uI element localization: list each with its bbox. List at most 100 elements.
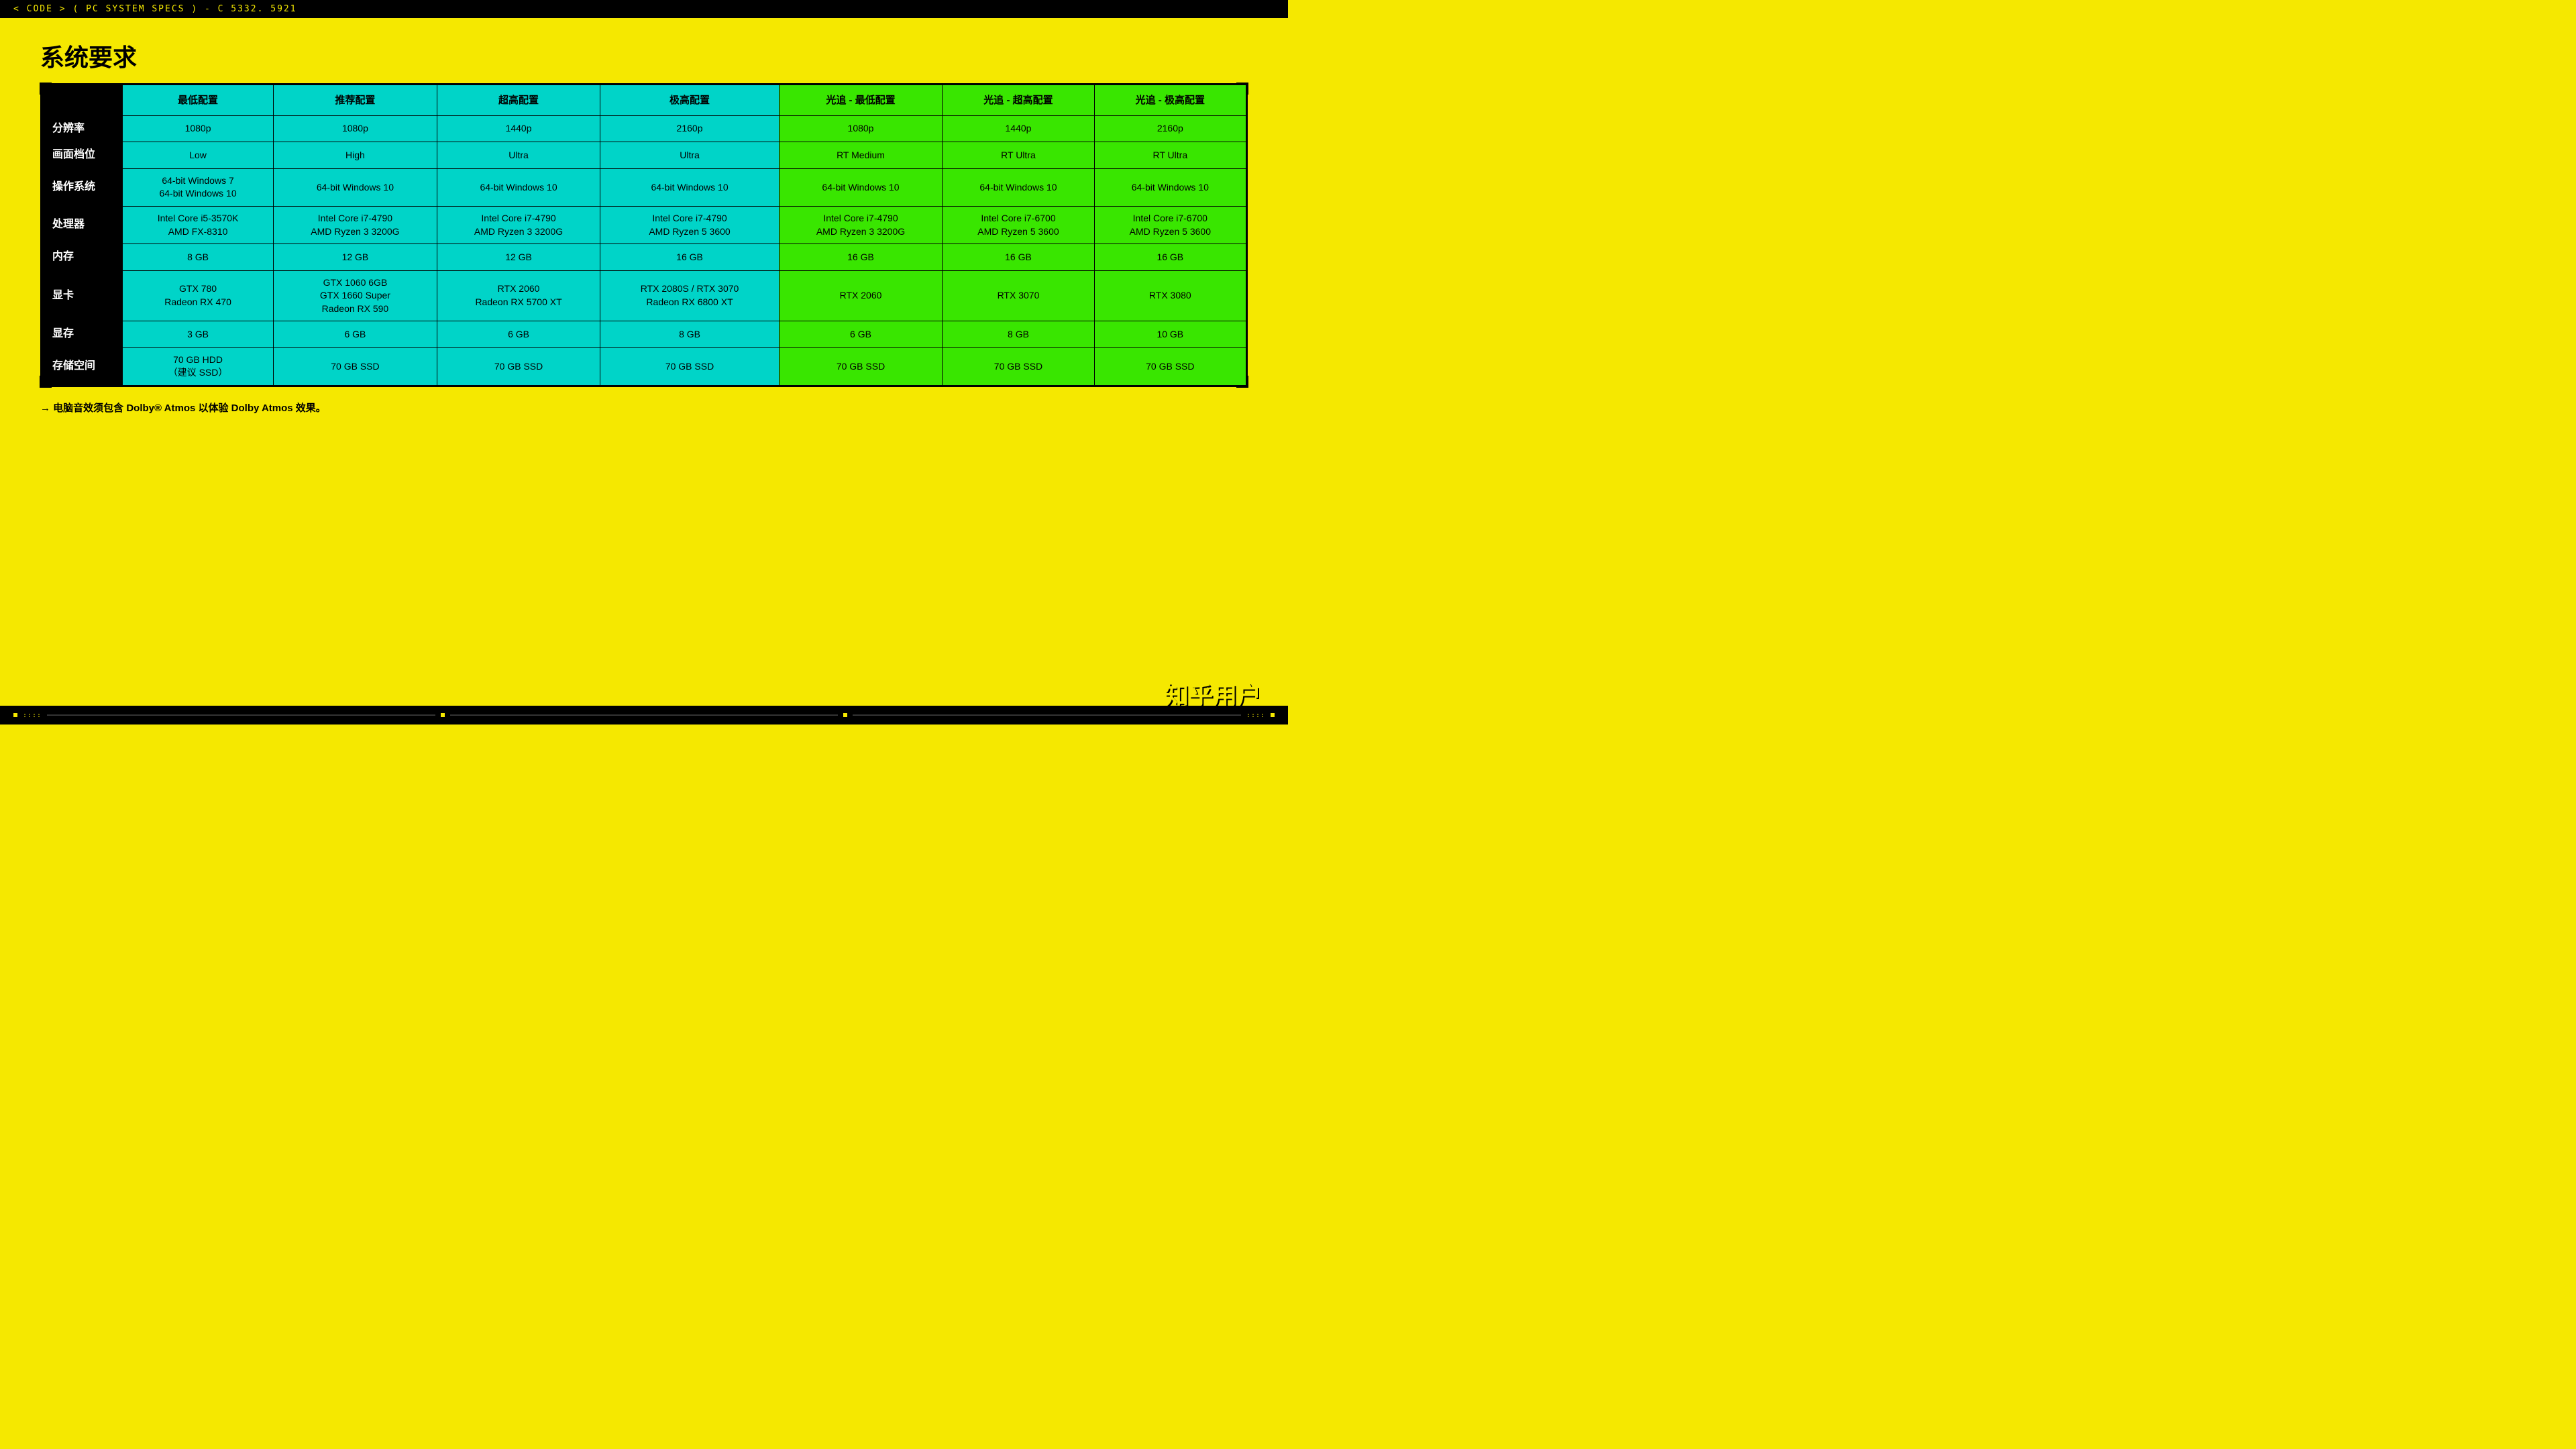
corner-bracket-tl <box>40 83 52 95</box>
cell-6-5: 8 GB <box>943 321 1094 347</box>
cell-4-5: 16 GB <box>943 244 1094 270</box>
header-ultra: 超高配置 <box>437 85 600 116</box>
cell-7-3: 70 GB SSD <box>600 347 779 385</box>
cell-0-1: 1080p <box>274 116 437 142</box>
bottom-dot-2 <box>441 713 445 717</box>
cell-6-3: 8 GB <box>600 321 779 347</box>
cell-7-5: 70 GB SSD <box>943 347 1094 385</box>
footer-note: 电脑音效须包含 Dolby® Atmos 以体验 Dolby Atmos 效果。 <box>40 400 1248 415</box>
top-bar: < CODE > ( PC SYSTEM SPECS ) - C 5332. 5… <box>0 0 1288 18</box>
cell-1-2: Ultra <box>437 142 600 168</box>
cell-4-6: 16 GB <box>1094 244 1246 270</box>
cell-6-2: 6 GB <box>437 321 600 347</box>
cell-0-6: 2160p <box>1094 116 1246 142</box>
cell-1-5: RT Ultra <box>943 142 1094 168</box>
cell-1-3: Ultra <box>600 142 779 168</box>
bottom-bar-line-3 <box>853 714 1241 716</box>
row-label-1: 画面档位 <box>42 142 123 168</box>
cell-3-2: Intel Core i7-4790AMD Ryzen 3 3200G <box>437 206 600 244</box>
cell-4-1: 12 GB <box>274 244 437 270</box>
cell-7-2: 70 GB SSD <box>437 347 600 385</box>
table-row: 操作系统64-bit Windows 764-bit Windows 1064-… <box>42 168 1246 206</box>
row-label-4: 内存 <box>42 244 123 270</box>
cell-2-4: 64-bit Windows 10 <box>779 168 943 206</box>
row-label-0: 分辨率 <box>42 116 123 142</box>
header-min: 最低配置 <box>123 85 274 116</box>
table-row: 分辨率1080p1080p1440p2160p1080p1440p2160p <box>42 116 1246 142</box>
bottom-bar-left-text: :::: <box>23 712 42 719</box>
cell-7-6: 70 GB SSD <box>1094 347 1246 385</box>
specs-table: 最低配置 推荐配置 超高配置 极高配置 光追 - 最低配置 光追 - 超高配置 … <box>42 85 1246 386</box>
cell-4-2: 12 GB <box>437 244 600 270</box>
cell-4-3: 16 GB <box>600 244 779 270</box>
table-row: 显卡GTX 780Radeon RX 470GTX 1060 6GBGTX 16… <box>42 270 1246 321</box>
cell-4-4: 16 GB <box>779 244 943 270</box>
cell-5-4: RTX 2060 <box>779 270 943 321</box>
cell-3-1: Intel Core i7-4790AMD Ryzen 3 3200G <box>274 206 437 244</box>
row-label-2: 操作系统 <box>42 168 123 206</box>
cell-5-3: RTX 2080S / RTX 3070Radeon RX 6800 XT <box>600 270 779 321</box>
table-row: 显存3 GB6 GB6 GB8 GB6 GB8 GB10 GB <box>42 321 1246 347</box>
header-rt-ultra: 光追 - 超高配置 <box>943 85 1094 116</box>
cell-2-1: 64-bit Windows 10 <box>274 168 437 206</box>
header-rt-extreme: 光追 - 极高配置 <box>1094 85 1246 116</box>
corner-bracket-br <box>1236 376 1248 388</box>
cell-1-4: RT Medium <box>779 142 943 168</box>
cell-5-0: GTX 780Radeon RX 470 <box>123 270 274 321</box>
cell-0-0: 1080p <box>123 116 274 142</box>
cell-2-6: 64-bit Windows 10 <box>1094 168 1246 206</box>
cell-1-1: High <box>274 142 437 168</box>
row-label-5: 显卡 <box>42 270 123 321</box>
corner-bracket-tr <box>1236 83 1248 95</box>
cell-2-0: 64-bit Windows 764-bit Windows 10 <box>123 168 274 206</box>
header-extreme: 极高配置 <box>600 85 779 116</box>
cell-2-3: 64-bit Windows 10 <box>600 168 779 206</box>
corner-bracket-bl <box>40 376 52 388</box>
bottom-bar-right-text: :::: <box>1246 712 1265 719</box>
header-rt-min: 光追 - 最低配置 <box>779 85 943 116</box>
cell-3-6: Intel Core i7-6700AMD Ryzen 5 3600 <box>1094 206 1246 244</box>
cell-2-5: 64-bit Windows 10 <box>943 168 1094 206</box>
page-title: 系统要求 <box>40 38 1248 73</box>
bottom-dot-3 <box>843 713 847 717</box>
cell-5-1: GTX 1060 6GBGTX 1660 SuperRadeon RX 590 <box>274 270 437 321</box>
table-row: 存储空间70 GB HDD（建议 SSD）70 GB SSD70 GB SSD7… <box>42 347 1246 385</box>
row-label-7: 存储空间 <box>42 347 123 385</box>
table-row: 内存8 GB12 GB12 GB16 GB16 GB16 GB16 GB <box>42 244 1246 270</box>
cell-3-0: Intel Core i5-3570KAMD FX-8310 <box>123 206 274 244</box>
cell-0-3: 2160p <box>600 116 779 142</box>
cell-7-0: 70 GB HDD（建议 SSD） <box>123 347 274 385</box>
cell-1-6: RT Ultra <box>1094 142 1246 168</box>
cell-6-4: 6 GB <box>779 321 943 347</box>
cell-6-0: 3 GB <box>123 321 274 347</box>
cell-2-2: 64-bit Windows 10 <box>437 168 600 206</box>
row-label-3: 处理器 <box>42 206 123 244</box>
cell-5-6: RTX 3080 <box>1094 270 1246 321</box>
cell-5-2: RTX 2060Radeon RX 5700 XT <box>437 270 600 321</box>
cell-7-4: 70 GB SSD <box>779 347 943 385</box>
cell-6-6: 10 GB <box>1094 321 1246 347</box>
cell-6-1: 6 GB <box>274 321 437 347</box>
cell-0-2: 1440p <box>437 116 600 142</box>
cell-5-5: RTX 3070 <box>943 270 1094 321</box>
header-recommended: 推荐配置 <box>274 85 437 116</box>
cell-7-1: 70 GB SSD <box>274 347 437 385</box>
cell-3-4: Intel Core i7-4790AMD Ryzen 3 3200G <box>779 206 943 244</box>
cell-1-0: Low <box>123 142 274 168</box>
specs-table-wrapper: 最低配置 推荐配置 超高配置 极高配置 光追 - 最低配置 光追 - 超高配置 … <box>40 83 1248 387</box>
cell-4-0: 8 GB <box>123 244 274 270</box>
table-header-row: 最低配置 推荐配置 超高配置 极高配置 光追 - 最低配置 光追 - 超高配置 … <box>42 85 1246 116</box>
cell-0-5: 1440p <box>943 116 1094 142</box>
table-row: 画面档位LowHighUltraUltraRT MediumRT UltraRT… <box>42 142 1246 168</box>
bottom-bar-line-1 <box>47 714 435 716</box>
cell-3-5: Intel Core i7-6700AMD Ryzen 5 3600 <box>943 206 1094 244</box>
cell-0-4: 1080p <box>779 116 943 142</box>
bottom-dot-1 <box>13 713 17 717</box>
bottom-bar-line-2 <box>450 714 839 716</box>
bottom-dot-4 <box>1271 713 1275 717</box>
header-label-col <box>42 85 123 116</box>
bottom-bar: :::: :::: <box>0 706 1288 724</box>
row-label-6: 显存 <box>42 321 123 347</box>
cell-3-3: Intel Core i7-4790AMD Ryzen 5 3600 <box>600 206 779 244</box>
top-bar-text: < CODE > ( PC SYSTEM SPECS ) - C 5332. 5… <box>13 4 297 14</box>
